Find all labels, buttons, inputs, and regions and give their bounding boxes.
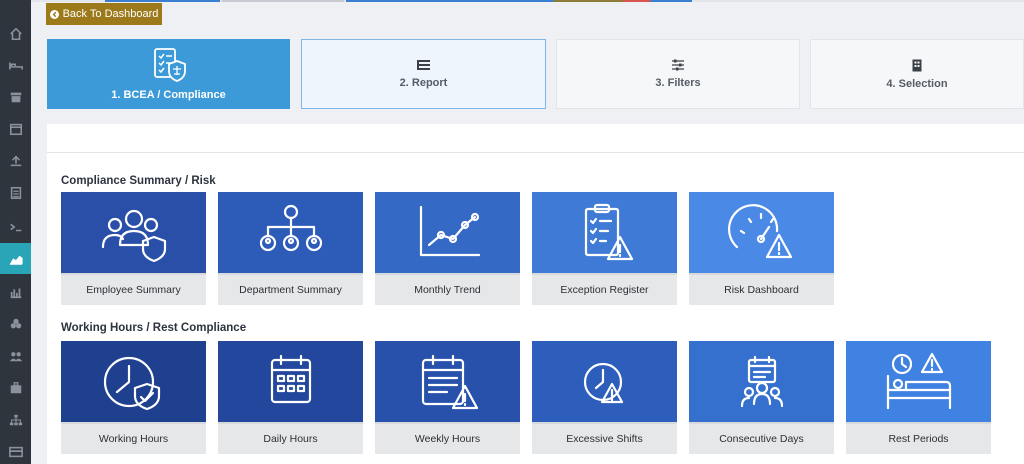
tile-rest-periods[interactable]: Rest Periods [846, 341, 991, 454]
briefcase-icon[interactable] [0, 372, 31, 403]
step-label: 1. BCEA / Compliance [111, 89, 226, 101]
clock-warning-icon [583, 362, 623, 403]
sliders-icon [672, 59, 684, 71]
tile-face [375, 341, 520, 422]
back-to-dashboard-button[interactable]: Back To Dashboard [46, 3, 162, 25]
calendar-warning-icon [421, 354, 478, 409]
bar-chart-icon[interactable] [0, 276, 31, 307]
line-trend-icon [419, 205, 480, 256]
tile-face [375, 192, 520, 273]
step-label: 3. Filters [655, 77, 701, 89]
tile-department-summary[interactable]: Department Summary [218, 192, 363, 305]
tile-exception-register[interactable]: Exception Register [532, 192, 677, 305]
users-icon[interactable] [0, 340, 31, 371]
tile-face [532, 192, 677, 273]
panel-divider [47, 152, 1024, 153]
toolbar-chip [346, 0, 692, 2]
tile-face [689, 341, 834, 422]
tile-label: Consecutive Days [689, 422, 834, 454]
tile-risk-dashboard[interactable]: Risk Dashboard [689, 192, 834, 305]
toolbar-chip [105, 0, 220, 2]
step-filters[interactable]: 3. Filters [556, 39, 800, 109]
building-icon [912, 59, 922, 71]
reports-chart-icon[interactable] [0, 243, 31, 274]
step-label: 4. Selection [886, 77, 948, 90]
tile-working-hours[interactable]: Working Hours [61, 341, 206, 454]
archive-icon[interactable] [0, 81, 31, 112]
tile-consecutive-days[interactable]: Consecutive Days [689, 341, 834, 454]
tile-excessive-shifts[interactable]: Excessive Shifts [532, 341, 677, 454]
bed-clock-icon [886, 352, 951, 409]
tile-face [61, 192, 206, 273]
tile-monthly-trend[interactable]: Monthly Trend [375, 192, 520, 305]
clock-shield-icon [103, 356, 160, 410]
cubes-icon[interactable] [0, 308, 31, 339]
report-panel: Compliance Summary / Risk Employee Summa… [47, 124, 1024, 464]
toolbar-chip [222, 0, 344, 2]
tile-daily-hours[interactable]: Daily Hours [218, 341, 363, 454]
step-selection[interactable]: 4. Selection [810, 39, 1024, 109]
tile-face [689, 192, 834, 273]
left-nav-rail [0, 0, 31, 464]
section-title-working-hours: Working Hours / Rest Compliance [61, 322, 247, 334]
org-chart-icon [259, 204, 322, 251]
tile-label: Working Hours [61, 422, 206, 454]
clipboard-warning-icon [584, 203, 633, 260]
tile-label: Daily Hours [218, 422, 363, 454]
compliance-docs-icon [153, 48, 186, 82]
step-label: 2. Report [399, 77, 448, 89]
tile-face [61, 341, 206, 422]
calendar-icon [270, 354, 311, 403]
terminal-icon[interactable] [0, 211, 31, 242]
sitemap-icon[interactable] [0, 404, 31, 435]
back-to-dashboard-label: Back To Dashboard [62, 8, 159, 20]
tile-face [846, 341, 991, 422]
credit-card-icon[interactable] [0, 436, 31, 464]
tile-label: Risk Dashboard [689, 273, 834, 305]
calendar-nav-icon[interactable] [0, 113, 31, 144]
tile-face [218, 192, 363, 273]
tile-label: Excessive Shifts [532, 422, 677, 454]
section-title-compliance-summary: Compliance Summary / Risk [61, 175, 216, 187]
employees-shield-icon [101, 209, 166, 262]
gauge-warning-icon [727, 203, 792, 258]
tile-label: Employee Summary [61, 273, 206, 305]
home-icon[interactable] [0, 18, 31, 49]
calculator-icon[interactable] [0, 177, 31, 208]
people-calendar-icon [740, 355, 783, 407]
step-report[interactable]: 2. Report [301, 39, 546, 109]
tile-face [532, 341, 677, 422]
tile-label: Weekly Hours [375, 422, 520, 454]
upload-icon[interactable] [0, 145, 31, 176]
bed-icon[interactable] [0, 50, 31, 81]
tile-employee-summary[interactable]: Employee Summary [61, 192, 206, 305]
arrow-left-icon [49, 9, 59, 19]
list-icon [416, 60, 430, 70]
tile-label: Rest Periods [846, 422, 991, 454]
tile-label: Monthly Trend [375, 273, 520, 305]
tile-face [218, 341, 363, 422]
tile-label: Exception Register [532, 273, 677, 305]
tile-weekly-hours[interactable]: Weekly Hours [375, 341, 520, 454]
tile-label: Department Summary [218, 273, 363, 305]
step-bcea-compliance[interactable]: 1. BCEA / Compliance [47, 39, 290, 109]
